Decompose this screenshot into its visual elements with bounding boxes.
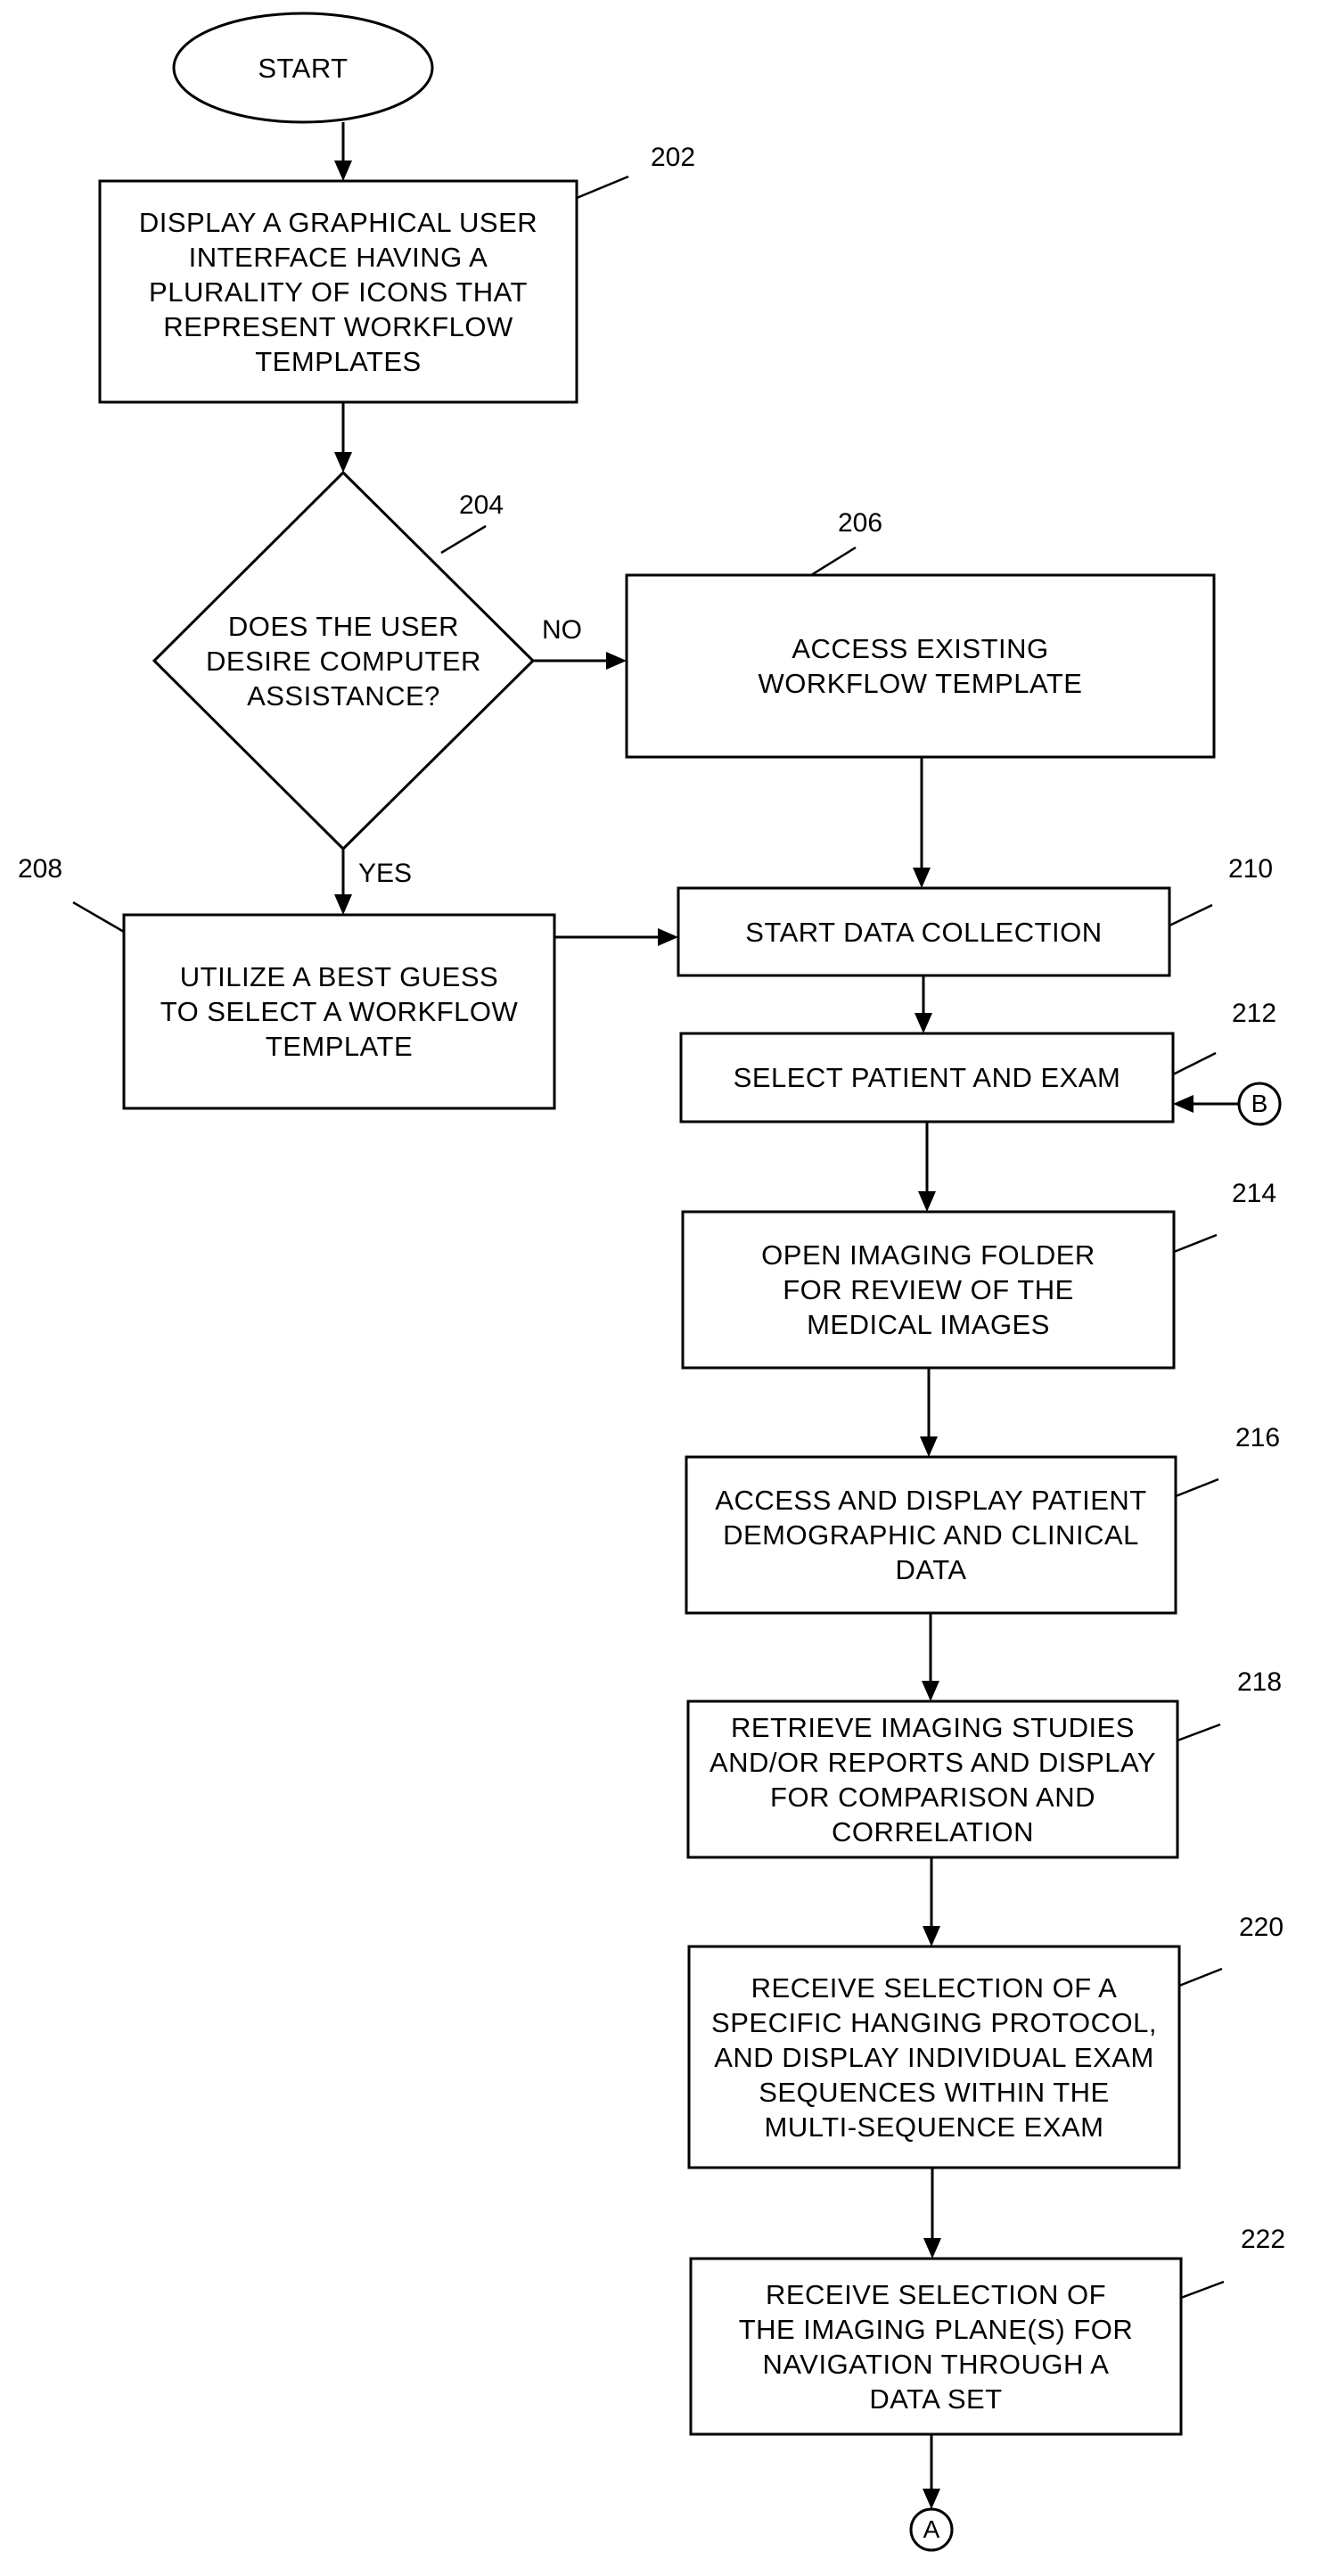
ref-220: 220 <box>1239 1913 1284 1942</box>
arrowhead <box>923 1926 940 1946</box>
step-214-text: OPEN IMAGING FOLDER FOR REVIEW OF THE ME… <box>761 1239 1095 1340</box>
leader-210 <box>1169 903 1213 927</box>
step-216-text: ACCESS AND DISPLAY PATIENT DEMOGRAPHIC A… <box>715 1485 1147 1585</box>
ref-222: 222 <box>1241 2225 1286 2254</box>
arrowhead <box>334 452 352 473</box>
leader-214 <box>1173 1233 1218 1254</box>
ref-210: 210 <box>1228 854 1274 884</box>
connector-b-label: B <box>1251 1090 1268 1117</box>
arrowhead <box>923 2238 941 2259</box>
step-218-text: RETRIEVE IMAGING STUDIES AND/OR REPORTS … <box>709 1711 1157 1848</box>
connector-a-label: A <box>923 2515 940 2543</box>
leader-216 <box>1175 1477 1219 1498</box>
arrowhead <box>606 652 627 670</box>
ref-202: 202 <box>651 143 696 172</box>
start-label: START <box>258 53 349 84</box>
leader-220 <box>1178 1967 1223 1988</box>
leader-212 <box>1172 1051 1217 1076</box>
arrowhead <box>658 928 678 946</box>
ref-212: 212 <box>1232 999 1277 1028</box>
branch-yes-label: YES <box>358 859 413 888</box>
ref-204: 204 <box>459 490 504 520</box>
arrowhead <box>922 1681 939 1701</box>
leader-208 <box>72 901 125 934</box>
arrowhead <box>1173 1095 1193 1113</box>
ref-218: 218 <box>1237 1667 1283 1697</box>
leader-218 <box>1177 1723 1221 1742</box>
step-208-text: UTILIZE A BEST GUESS TO SELECT A WORKFLO… <box>160 961 519 1062</box>
ref-214: 214 <box>1232 1179 1277 1208</box>
decision-204-text: DOES THE USER DESIRE COMPUTER ASSISTANCE… <box>206 610 481 712</box>
arrowhead <box>334 894 352 915</box>
ref-216: 216 <box>1235 1423 1281 1453</box>
step-202-text: DISPLAY A GRAPHICAL USER INTERFACE HAVIN… <box>138 206 538 377</box>
step-220-text: RECEIVE SELECTION OF A SPECIFIC HANGING … <box>711 1971 1157 2143</box>
arrowhead <box>915 1013 932 1033</box>
leader-202 <box>576 175 629 200</box>
arrowhead <box>334 160 352 181</box>
arrowhead <box>920 1436 938 1457</box>
arrowhead <box>913 868 931 888</box>
step-212-text: SELECT PATIENT AND EXAM <box>733 1062 1121 1093</box>
arrowhead <box>918 1191 936 1212</box>
step-222-text: RECEIVE SELECTION OF THE IMAGING PLANE(S… <box>738 2278 1134 2415</box>
leader-206 <box>810 546 857 577</box>
arrowhead <box>923 2489 940 2509</box>
ref-208: 208 <box>18 854 63 884</box>
step-206-text: ACCESS EXISTING WORKFLOW TEMPLATE <box>758 633 1083 699</box>
branch-no-label: NO <box>542 615 582 645</box>
leader-222 <box>1180 2280 1225 2300</box>
ref-206: 206 <box>838 508 883 538</box>
step-210-text: START DATA COLLECTION <box>745 916 1103 948</box>
